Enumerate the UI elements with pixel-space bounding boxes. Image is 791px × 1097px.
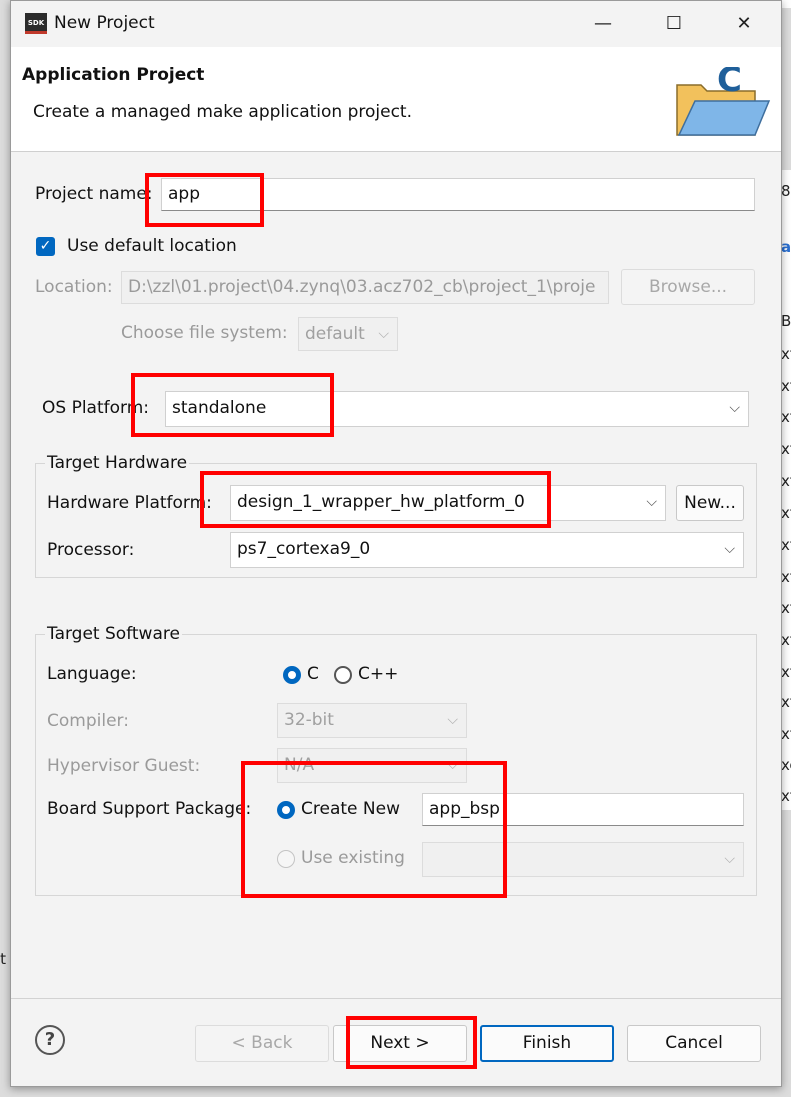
title-bar[interactable]: SDK New Project — ☐ ✕: [11, 1, 781, 47]
help-icon[interactable]: ?: [35, 1025, 65, 1055]
background-fragment-text: xf: [781, 377, 791, 395]
os-platform-select[interactable]: standalone ⌵: [165, 391, 749, 427]
wizard-header: Application Project Create a managed mak…: [11, 47, 781, 152]
language-c-label: C: [307, 664, 319, 684]
os-platform-value: standalone: [172, 398, 267, 418]
background-fragment-text: xe: [781, 756, 791, 774]
compiler-select[interactable]: 32-bit ⌵: [277, 703, 467, 738]
chevron-down-icon: ⌵: [378, 326, 389, 342]
background-fragment-text: 8s: [781, 182, 791, 200]
project-name-label: Project name:: [35, 184, 153, 204]
chevron-down-icon: ⌵: [724, 541, 735, 557]
sdk-app-icon: SDK: [25, 13, 47, 34]
background-fragment-text: a9: [781, 238, 791, 256]
background-fragment-text: xf: [781, 663, 791, 681]
background-fragment-text: xf: [781, 725, 791, 743]
use-default-location-label: Use default location: [67, 236, 237, 256]
background-fragment-text: xf: [781, 472, 791, 490]
background-fragment-text: Ba: [781, 312, 791, 330]
new-hardware-button[interactable]: New...: [676, 485, 744, 521]
window-title: New Project: [54, 13, 155, 33]
bsp-create-new-label: Create New: [301, 799, 400, 819]
background-fragment-text: xf: [781, 787, 791, 805]
chevron-down-icon: ⌵: [729, 400, 740, 416]
language-cpp-label: C++: [358, 664, 399, 684]
target-hardware-title: Target Hardware: [45, 453, 190, 473]
compiler-value: 32-bit: [284, 710, 334, 730]
background-fragment-text: xf: [781, 693, 791, 711]
back-button[interactable]: < Back: [195, 1025, 329, 1062]
bsp-use-existing-label: Use existing: [301, 848, 405, 868]
bsp-label: Board Support Package:: [47, 799, 252, 819]
next-button[interactable]: Next >: [333, 1025, 467, 1062]
hardware-platform-select[interactable]: design_1_wrapper_hw_platform_0 ⌵: [230, 485, 666, 521]
page-title: Application Project: [22, 65, 205, 85]
file-system-value: default: [305, 324, 365, 344]
chevron-down-icon: ⌵: [646, 494, 657, 510]
background-left-fragment: it: [0, 950, 7, 968]
hypervisor-guest-select[interactable]: N/A ⌵: [277, 748, 467, 783]
hardware-platform-label: Hardware Platform:: [47, 493, 212, 513]
background-fragment-text: xf: [781, 631, 791, 649]
background-right-panel: [781, 170, 791, 810]
background-fragment-text: xf: [781, 568, 791, 586]
bsp-existing-select[interactable]: ⌵: [422, 842, 744, 877]
hypervisor-guest-label: Hypervisor Guest:: [47, 756, 201, 776]
processor-label: Processor:: [47, 540, 135, 560]
background-fragment-text: xf: [781, 345, 791, 363]
use-default-location-checkbox[interactable]: ✓: [36, 237, 55, 256]
footer-divider: [11, 998, 781, 999]
language-c-radio[interactable]: [283, 666, 301, 684]
c-project-folder-icon: C: [676, 67, 771, 136]
location-label: Location:: [35, 277, 113, 297]
bsp-use-existing-radio[interactable]: [277, 850, 295, 868]
os-platform-label: OS Platform:: [42, 398, 149, 418]
bsp-name-input[interactable]: app_bsp: [422, 793, 744, 826]
svg-text:C: C: [717, 67, 742, 100]
language-cpp-radio[interactable]: [334, 666, 352, 684]
browse-button[interactable]: Browse...: [621, 269, 755, 305]
chevron-down-icon: ⌵: [447, 757, 458, 773]
background-fragment-text: xf: [781, 536, 791, 554]
cancel-button[interactable]: Cancel: [627, 1025, 761, 1062]
hardware-platform-value: design_1_wrapper_hw_platform_0: [237, 492, 525, 512]
target-software-title: Target Software: [45, 624, 182, 644]
processor-value: ps7_cortexa9_0: [237, 539, 371, 559]
background-fragment-text: xf: [781, 408, 791, 426]
language-label: Language:: [47, 664, 137, 684]
background-fragment-text: xf: [781, 504, 791, 522]
file-system-select[interactable]: default ⌵: [298, 317, 398, 351]
chevron-down-icon: ⌵: [724, 851, 735, 867]
compiler-label: Compiler:: [47, 711, 129, 731]
finish-button[interactable]: Finish: [480, 1025, 614, 1062]
bsp-create-new-radio[interactable]: [277, 801, 295, 819]
background-fragment-text: xf: [781, 440, 791, 458]
chevron-down-icon: ⌵: [447, 712, 458, 728]
background-fragment-text: xf: [781, 599, 791, 617]
new-project-dialog: SDK New Project — ☐ ✕ Application Projec…: [10, 0, 782, 1087]
project-name-input[interactable]: app: [161, 178, 755, 211]
minimize-button[interactable]: —: [583, 11, 623, 37]
processor-select[interactable]: ps7_cortexa9_0 ⌵: [230, 532, 744, 568]
location-input[interactable]: D:\zzl\01.project\04.zynq\03.acz702_cb\p…: [121, 271, 609, 304]
hypervisor-guest-value: N/A: [284, 755, 315, 775]
close-button[interactable]: ✕: [724, 11, 764, 37]
choose-file-system-label: Choose file system:: [121, 323, 288, 343]
maximize-button[interactable]: ☐: [654, 11, 694, 37]
page-description: Create a managed make application projec…: [33, 102, 412, 122]
